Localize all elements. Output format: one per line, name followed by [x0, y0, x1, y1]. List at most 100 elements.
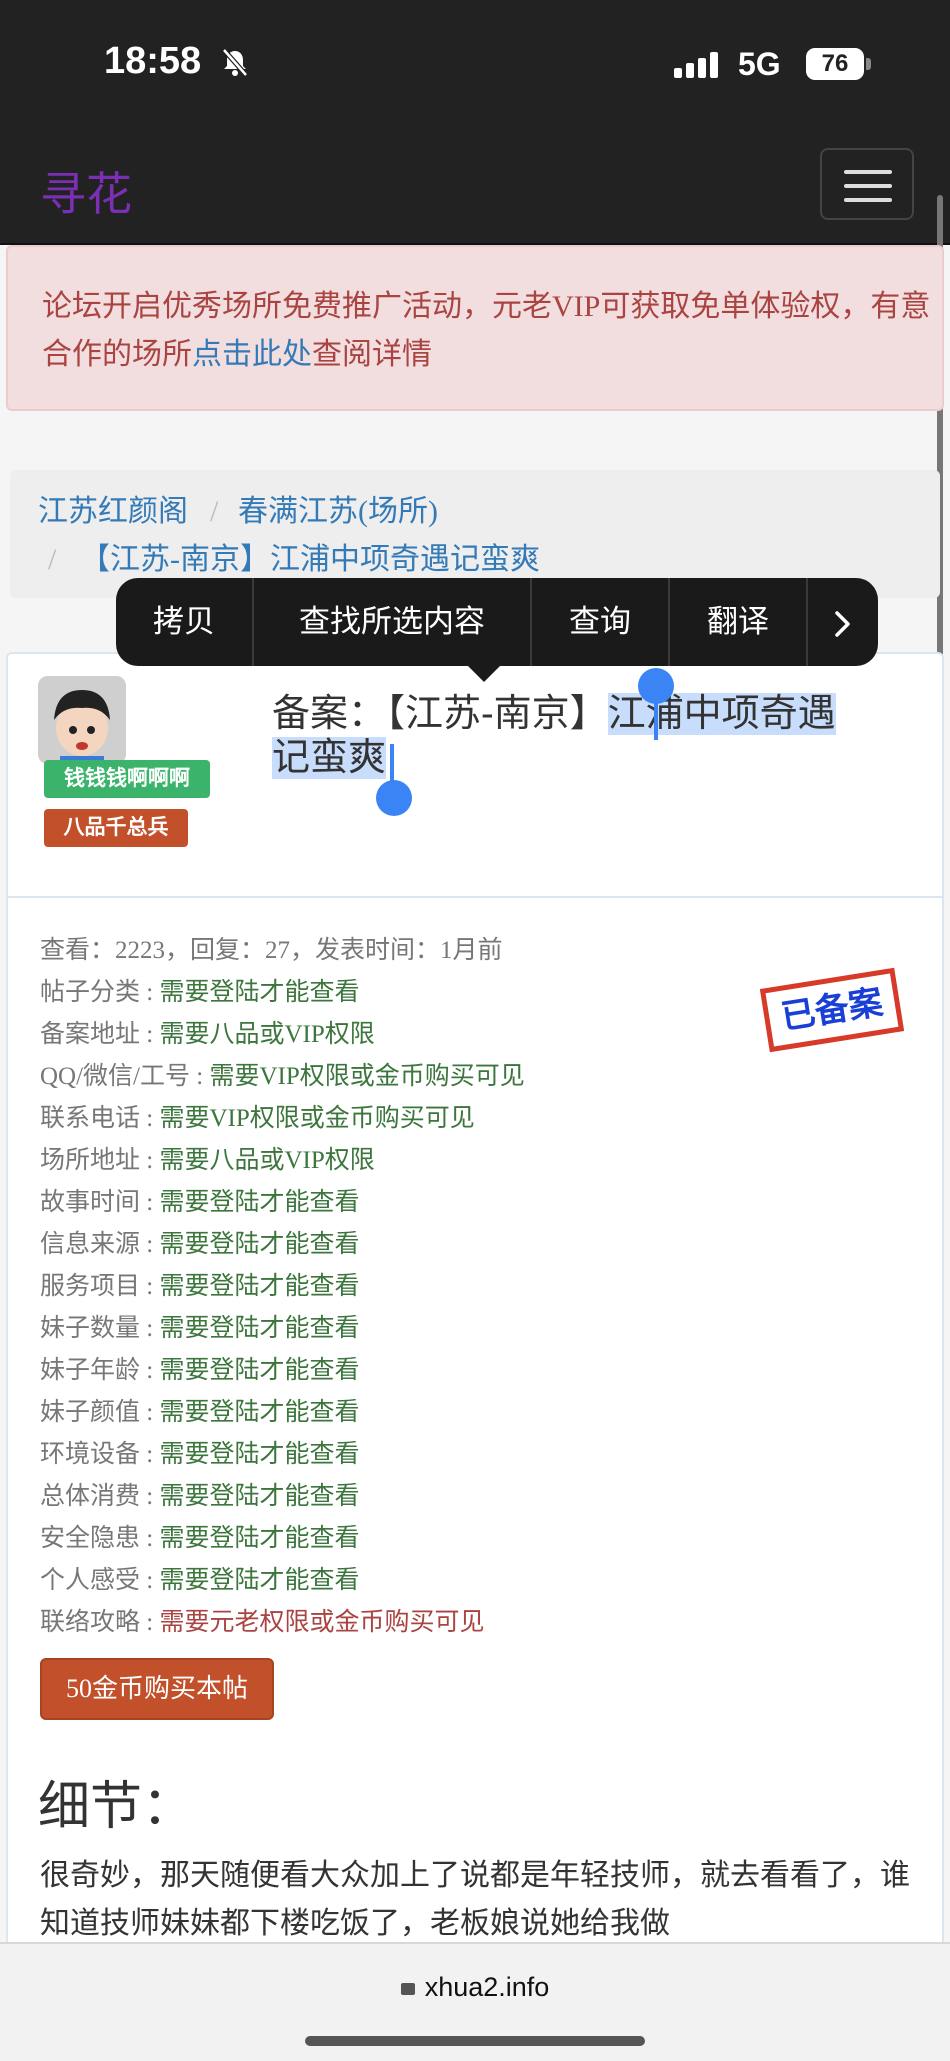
post-title-selected: 江浦中项奇遇 — [607, 693, 836, 735]
detail-heading: 细节： — [38, 1779, 195, 1836]
rank-badge: 八品千总兵 — [44, 809, 188, 847]
post-title-selected-2: 记蛮爽 — [272, 737, 387, 779]
post-field-colon: : — [190, 1063, 210, 1090]
post-field-value: 需要VIP权限或金币购买可见 — [209, 1063, 525, 1090]
post-field-value: 需要登陆才能查看 — [159, 1525, 360, 1552]
post-field-row: 个人感受 : 需要登陆才能查看 — [40, 1560, 359, 1596]
silent-bell-icon — [222, 48, 248, 77]
buy-post-button[interactable]: 50金币购买本帖 — [40, 1658, 274, 1720]
post-field-row: 故事时间 : 需要登陆才能查看 — [40, 1182, 359, 1218]
post-field-colon: : — [140, 1147, 160, 1174]
hamburger-icon — [844, 184, 892, 188]
post-field-row: 服务项目 : 需要登陆才能查看 — [40, 1266, 359, 1302]
post-field-colon: : — [140, 1525, 160, 1552]
lock-icon — [400, 1983, 415, 1995]
alert-text: 论坛开启优秀场所免费推广活动，元老VIP可获取免单体验权，有意合作的场所 — [42, 290, 931, 371]
home-indicator[interactable] — [305, 2036, 645, 2046]
post-field-label: 妹子数量 — [40, 1315, 141, 1342]
post-field-value: 需要八品或VIP权限 — [159, 1021, 375, 1048]
post-field-row: 场所地址 : 需要八品或VIP权限 — [40, 1140, 375, 1176]
selection-handle-start[interactable] — [638, 668, 674, 704]
post-field-value: 需要VIP权限或金币购买可见 — [159, 1105, 475, 1132]
signal-icon — [674, 52, 718, 78]
menu-copy[interactable]: 拷贝 — [116, 578, 252, 666]
browser-address-bar[interactable]: xhua2.info — [0, 1942, 950, 2061]
post-field-label: 故事时间 — [40, 1189, 141, 1216]
breadcrumb-item[interactable]: 江苏红颜阁 — [38, 488, 188, 536]
card-divider — [8, 896, 942, 898]
url-text: xhua2.info — [424, 1972, 550, 2002]
selection-handle-end[interactable] — [376, 780, 412, 816]
post-field-row: 安全隐患 : 需要登陆才能查看 — [40, 1518, 359, 1554]
menu-more-button[interactable] — [808, 578, 878, 666]
post-meta: 查看：2223，回复：27，发表时间：1月前 — [40, 937, 503, 964]
post-field-row: 总体消费 : 需要登陆才能查看 — [40, 1476, 359, 1512]
alert-link[interactable]: 点击此处 — [192, 338, 312, 371]
post-field-colon: : — [140, 1231, 160, 1258]
post-field-value: 需要登陆才能查看 — [159, 1399, 360, 1426]
post-field-label: 联系电话 — [40, 1105, 141, 1132]
post-field-colon: : — [140, 1609, 160, 1636]
post-title[interactable]: 备案：【江苏-南京】江浦中项奇遇 记蛮爽 — [272, 692, 912, 780]
detail-text: 很奇妙，那天随便看大众加上了说都是年轻技师，就去看看了，谁知道技师妹妹都下楼吃饭… — [40, 1859, 910, 1940]
user-avatar[interactable] — [38, 676, 126, 764]
menu-toggle-button[interactable] — [820, 148, 914, 220]
chevron-right-icon — [835, 611, 850, 637]
status-time: 18:58 — [104, 40, 202, 82]
post-field-label: 备案地址 — [40, 1021, 141, 1048]
network-type: 5G — [738, 46, 781, 82]
text-selection-menu: 拷贝 查找所选内容 查询 翻译 — [116, 578, 878, 666]
post-field-label: 妹子颜值 — [40, 1399, 141, 1426]
menu-pointer — [466, 664, 502, 682]
post-field-value: 需要登陆才能查看 — [159, 1483, 360, 1510]
menu-find-selection[interactable]: 查找所选内容 — [254, 578, 530, 666]
post-field-value: 需要登陆才能查看 — [159, 1567, 360, 1594]
post-field-label: 场所地址 — [40, 1147, 141, 1174]
post-field-label: 服务项目 — [40, 1273, 141, 1300]
battery-tip — [866, 58, 871, 70]
post-field-label: 联络攻略 — [40, 1609, 141, 1636]
avatar-image — [38, 676, 126, 764]
hamburger-icon — [844, 198, 892, 202]
post-field-row: 备案地址 : 需要八品或VIP权限 — [40, 1014, 375, 1050]
site-navbar: 寻花 — [0, 130, 950, 245]
post-field-row: 妹子数量 : 需要登陆才能查看 — [40, 1308, 359, 1344]
battery-icon: 76 — [806, 48, 864, 80]
post-field-colon: : — [140, 1567, 160, 1594]
post-field-row: QQ/微信/工号 : 需要VIP权限或金币购买可见 — [40, 1056, 525, 1092]
post-field-colon: : — [140, 1441, 160, 1468]
promo-alert: 论坛开启优秀场所免费推广活动，元老VIP可获取免单体验权，有意合作的场所点击此处… — [6, 245, 944, 411]
post-field-colon: : — [140, 1105, 160, 1132]
post-field-value: 需要登陆才能查看 — [159, 979, 360, 1006]
post-field-value: 需要八品或VIP权限 — [159, 1147, 375, 1174]
post-field-label: 总体消费 — [40, 1483, 141, 1510]
post-field-row: 妹子年龄 : 需要登陆才能查看 — [40, 1350, 359, 1386]
post-field-row: 环境设备 : 需要登陆才能查看 — [40, 1434, 359, 1470]
post-field-colon: : — [140, 1399, 160, 1426]
selection-caret-start — [654, 700, 658, 740]
post-field-label: 帖子分类 — [40, 979, 141, 1006]
post-field-value: 需要登陆才能查看 — [159, 1231, 360, 1258]
breadcrumb-separator: / — [210, 495, 219, 528]
breadcrumb-item[interactable]: 春满江苏(场所) — [238, 488, 438, 536]
menu-lookup[interactable]: 查询 — [532, 578, 668, 666]
post-field-row: 信息来源 : 需要登陆才能查看 — [40, 1224, 359, 1260]
post-field-value: 需要登陆才能查看 — [159, 1189, 360, 1216]
hamburger-icon — [844, 170, 892, 174]
site-brand[interactable]: 寻花 — [40, 158, 132, 224]
post-field-label: 个人感受 — [40, 1567, 141, 1594]
post-field-label: 信息来源 — [40, 1231, 141, 1258]
username-badge[interactable]: 钱钱钱啊啊啊 — [44, 760, 210, 798]
post-field-row: 联络攻略 : 需要元老权限或金币购买可见 — [40, 1602, 484, 1638]
post-field-row: 帖子分类 : 需要登陆才能查看 — [40, 972, 359, 1008]
post-field-colon: : — [140, 1483, 160, 1510]
post-field-row: 联系电话 : 需要VIP权限或金币购买可见 — [40, 1098, 475, 1134]
breadcrumb-separator: / — [48, 543, 57, 576]
post-field-value: 需要登陆才能查看 — [159, 1273, 360, 1300]
url-display[interactable]: xhua2.info — [0, 1972, 950, 2003]
breadcrumb-item-current[interactable]: 【江苏-南京】江浦中项奇遇记蛮爽 — [80, 536, 540, 584]
post-field-colon: : — [140, 1273, 160, 1300]
post-field-colon: : — [140, 979, 160, 1006]
post-field-colon: : — [140, 1357, 160, 1384]
menu-translate[interactable]: 翻译 — [670, 578, 806, 666]
